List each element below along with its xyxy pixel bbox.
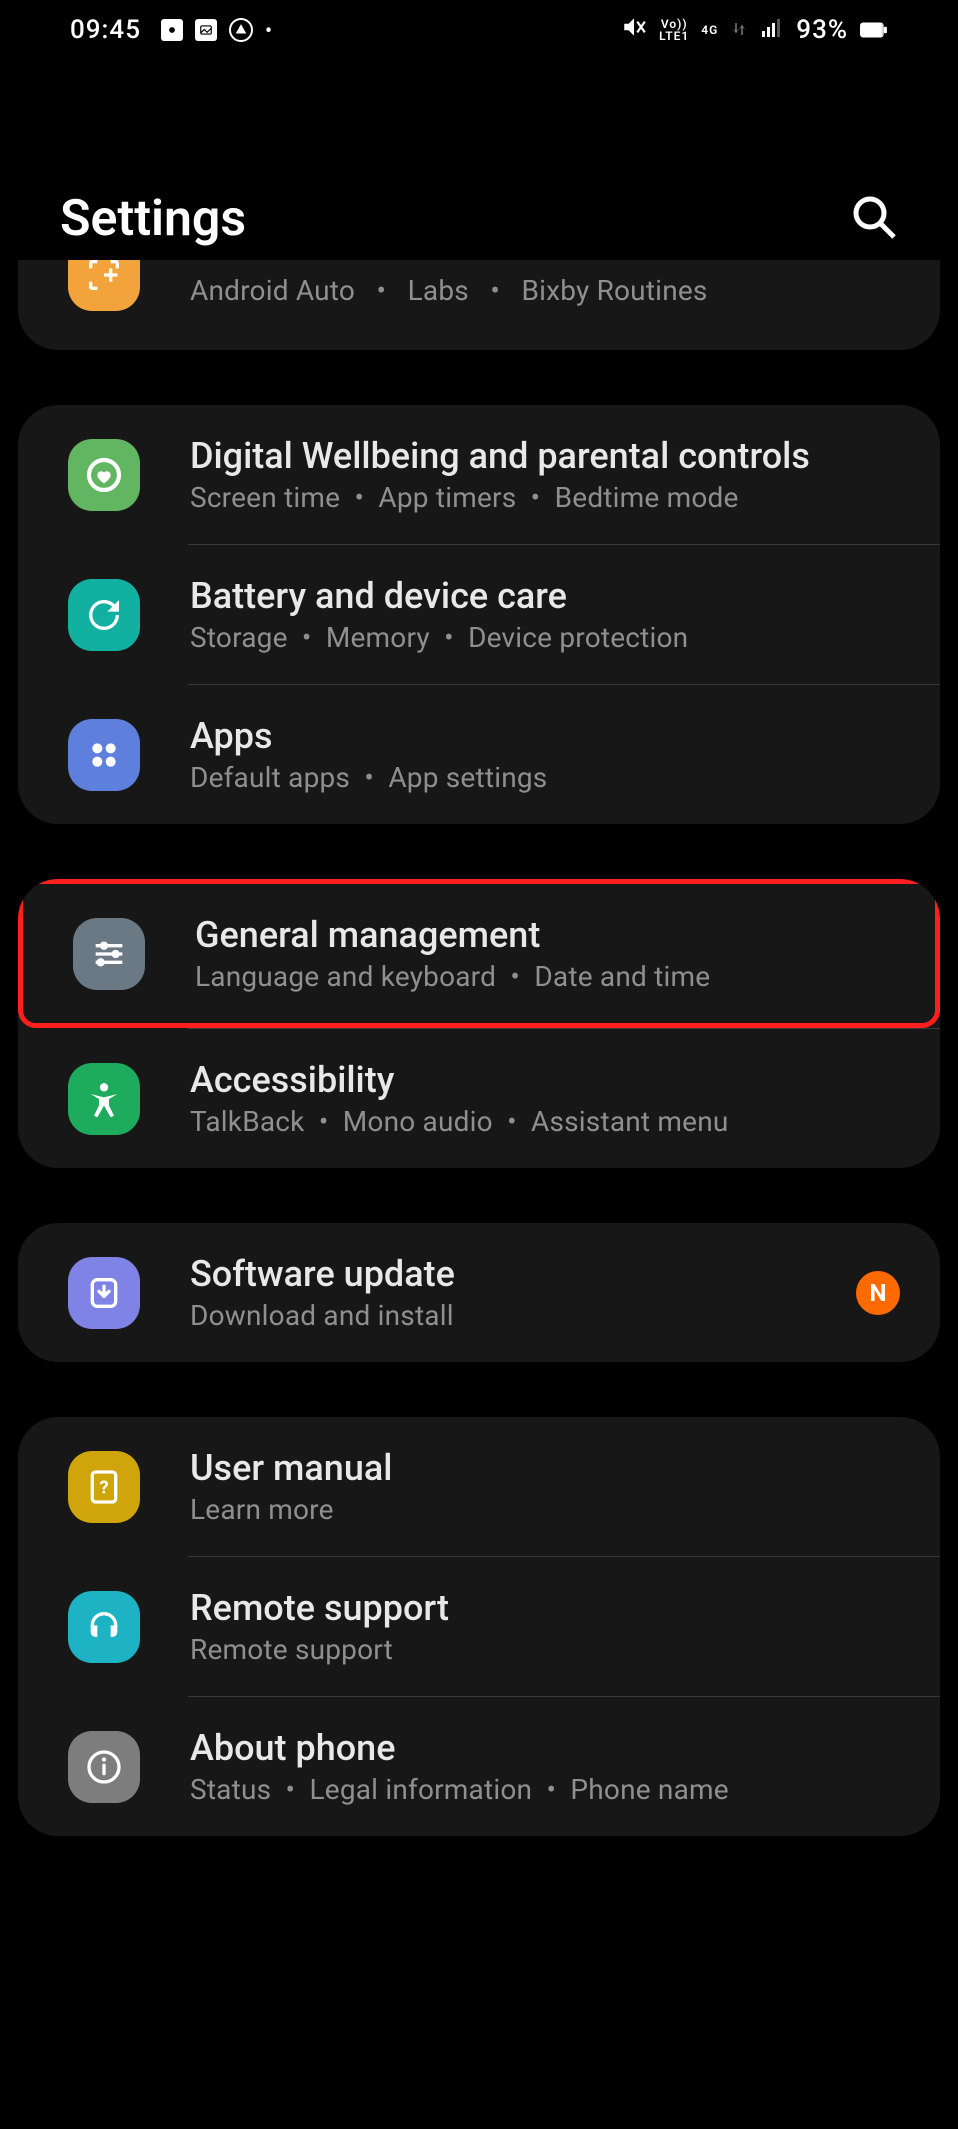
remote-support-icon <box>68 1591 140 1663</box>
status-right: Vo)) LTE1 4G 93% <box>621 14 888 47</box>
row-accessibility[interactable]: Accessibility TalkBack • Mono audio • As… <box>18 1029 940 1168</box>
row-software-update[interactable]: Software update Download and install N <box>18 1223 940 1362</box>
advanced-features-labels: Android Auto • Labs • Bixby Routines <box>190 274 900 307</box>
wellbeing-title: Digital Wellbeing and parental controls <box>190 435 900 477</box>
apps-labels: Apps Default apps • App settings <box>190 715 900 794</box>
row-digital-wellbeing[interactable]: Digital Wellbeing and parental controls … <box>18 405 940 544</box>
notification-icon <box>161 19 183 41</box>
sub-part: Status <box>190 1773 271 1806</box>
sub-part: Storage <box>190 621 288 654</box>
sub-part: Assistant menu <box>531 1105 729 1138</box>
svg-text:?: ? <box>99 1477 108 1498</box>
group-software: Software update Download and install N <box>18 1223 940 1362</box>
advanced-features-subtitle: Android Auto • Labs • Bixby Routines <box>190 274 900 307</box>
remote-support-subtitle: Remote support <box>190 1633 900 1666</box>
wellbeing-subtitle: Screen time • App timers • Bedtime mode <box>190 481 900 514</box>
row-advanced-features[interactable]: Android Auto • Labs • Bixby Routines <box>18 260 940 350</box>
more-notifications-icon: • <box>265 18 273 42</box>
advanced-features-icon <box>68 260 140 311</box>
wellbeing-labels: Digital Wellbeing and parental controls … <box>190 435 900 514</box>
remote-support-labels: Remote support Remote support <box>190 1587 900 1666</box>
signal-icon <box>760 15 784 46</box>
sub-part: Phone name <box>570 1773 728 1806</box>
battery-care-icon <box>68 579 140 651</box>
battery-care-subtitle: Storage • Memory • Device protection <box>190 621 900 654</box>
software-update-subtitle: Download and install <box>190 1299 836 1332</box>
sub-part: Labs <box>408 274 469 307</box>
battery-icon <box>860 15 888 45</box>
about-phone-icon <box>68 1731 140 1803</box>
sub-part: Memory <box>326 621 430 654</box>
accessibility-labels: Accessibility TalkBack • Mono audio • As… <box>190 1059 900 1138</box>
battery-care-labels: Battery and device care Storage • Memory… <box>190 575 900 654</box>
row-user-manual[interactable]: ? User manual Learn more <box>18 1417 940 1556</box>
sub-part: Mono audio <box>343 1105 493 1138</box>
row-about-phone[interactable]: About phone Status • Legal information •… <box>18 1697 940 1836</box>
battery-care-title: Battery and device care <box>190 575 900 617</box>
settings-list[interactable]: Android Auto • Labs • Bixby Routines Dig… <box>0 270 958 1891</box>
row-apps[interactable]: Apps Default apps • App settings <box>18 685 940 824</box>
user-manual-subtitle: Learn more <box>190 1493 900 1526</box>
group-about: ? User manual Learn more Remote support … <box>18 1417 940 1836</box>
user-manual-labels: User manual Learn more <box>190 1447 900 1526</box>
software-update-icon <box>68 1257 140 1329</box>
sub-part: Device protection <box>468 621 688 654</box>
sub-part: Screen time <box>190 481 340 514</box>
group-wellbeing: Digital Wellbeing and parental controls … <box>18 405 940 824</box>
software-update-labels: Software update Download and install <box>190 1253 836 1332</box>
apps-title: Apps <box>190 715 900 757</box>
search-icon <box>850 193 898 241</box>
user-manual-title: User manual <box>190 1447 900 1489</box>
search-button[interactable] <box>850 193 898 245</box>
sub-part: Legal information <box>310 1773 533 1806</box>
apps-icon <box>68 719 140 791</box>
sub-part: Android Auto <box>190 274 355 307</box>
accessibility-subtitle: TalkBack • Mono audio • Assistant menu <box>190 1105 900 1138</box>
apps-subtitle: Default apps • App settings <box>190 761 900 794</box>
general-management-subtitle: Language and keyboard • Date and time <box>195 960 895 993</box>
sub-part: TalkBack <box>190 1105 305 1138</box>
about-phone-subtitle: Status • Legal information • Phone name <box>190 1773 900 1806</box>
status-bar: 09:45 • Vo)) LTE1 4G 93% <box>0 0 958 60</box>
page-title: Settings <box>60 190 246 248</box>
status-left: 09:45 • <box>70 15 273 45</box>
dot-separator: • <box>476 274 514 307</box>
general-management-title: General management <box>195 914 895 956</box>
volte-indicator: Vo)) LTE1 <box>659 18 689 42</box>
mute-icon <box>621 14 647 47</box>
data-arrows-icon <box>730 15 748 45</box>
sub-part: Bedtime mode <box>555 481 739 514</box>
sub-part: App timers <box>378 481 516 514</box>
battery-percent: 93% <box>796 15 848 45</box>
general-management-labels: General management Language and keyboard… <box>195 914 895 993</box>
about-phone-labels: About phone Status • Legal information •… <box>190 1727 900 1806</box>
accessibility-title: Accessibility <box>190 1059 900 1101</box>
row-remote-support[interactable]: Remote support Remote support <box>18 1557 940 1696</box>
accessibility-icon <box>68 1063 140 1135</box>
group-general: General management Language and keyboard… <box>18 879 940 1168</box>
sub-part: Default apps <box>190 761 350 794</box>
remote-support-title: Remote support <box>190 1587 900 1629</box>
update-badge: N <box>856 1271 900 1315</box>
status-left-icons: • <box>161 18 273 42</box>
row-general-management[interactable]: General management Language and keyboard… <box>18 879 940 1028</box>
group-advanced-peek: Android Auto • Labs • Bixby Routines <box>18 260 940 350</box>
wellbeing-icon <box>68 439 140 511</box>
general-management-icon <box>73 918 145 990</box>
sub-part: App settings <box>388 761 547 794</box>
sub-part: Language and keyboard <box>195 960 496 993</box>
gallery-icon <box>195 19 217 41</box>
update-icon <box>229 18 253 42</box>
status-time: 09:45 <box>70 15 141 45</box>
sub-part: Date and time <box>534 960 710 993</box>
row-battery-care[interactable]: Battery and device care Storage • Memory… <box>18 545 940 684</box>
dot-separator: • <box>362 274 400 307</box>
user-manual-icon: ? <box>68 1451 140 1523</box>
software-update-title: Software update <box>190 1253 836 1295</box>
about-phone-title: About phone <box>190 1727 900 1769</box>
sub-part: Bixby Routines <box>521 274 707 307</box>
network-indicator: 4G <box>701 24 718 36</box>
